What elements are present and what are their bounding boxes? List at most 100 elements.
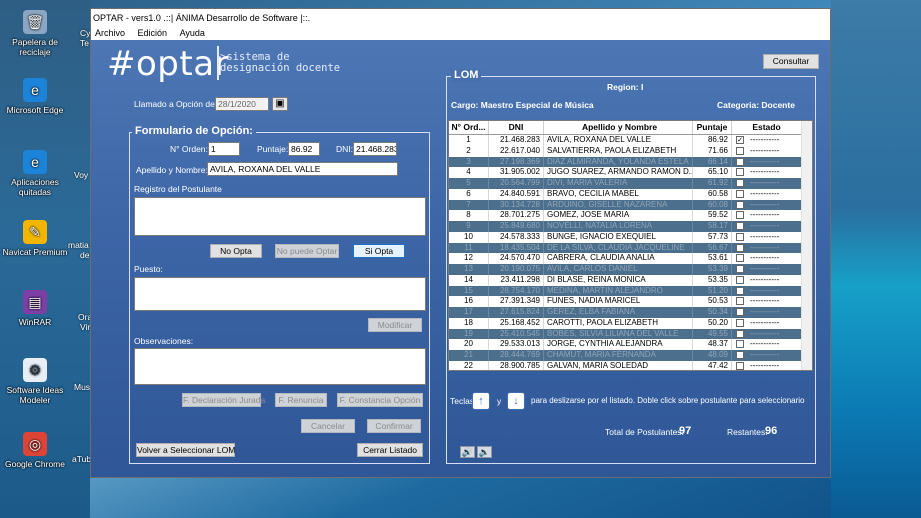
speaker-on-icon[interactable]: 🔊 — [460, 446, 475, 458]
registro-textarea[interactable] — [134, 197, 426, 236]
table-row[interactable]: 4 31.905.002 JUGO SUAREZ, ARMANDO RAMON D.… — [449, 167, 812, 178]
table-row[interactable]: 5 20.564.799 DIVI, MARIA VALERIA 61.92 -----… — [449, 178, 812, 189]
menu-archivo[interactable]: Archivo — [95, 28, 125, 38]
cerrar-listado-button[interactable]: Cerrar Listado — [357, 443, 423, 457]
table-row[interactable]: 11 18.435.504 DE LA SILVA, CLAUDIA JACQUEL… — [449, 242, 812, 254]
estado-checkbox[interactable] — [736, 329, 744, 338]
table-row[interactable]: 1 21.468.283 AVILA, ROXANA DEL VALLE 86.92 ✓… — [449, 135, 812, 146]
consultar-button[interactable]: Consultar — [763, 54, 819, 69]
table-row[interactable]: 10 24.578.333 BUNGE, IGNACIO EXEQUIEL 57.73… — [449, 231, 812, 243]
confirmar-button[interactable]: Confirmar — [367, 419, 421, 433]
desktop-icon-recycle-bin[interactable]: 🗑 Papelera de reciclaje — [0, 10, 70, 57]
estado-checkbox[interactable] — [736, 157, 744, 166]
table-row[interactable]: 12 24.570.470 CABRERA, CLAUDIA ANALIA 53.61… — [449, 253, 812, 264]
puntaje-field[interactable]: 86.92 — [288, 142, 320, 156]
table-row[interactable]: 2 22.617.040 SALVATIERRA, PAOLA ELIZABETH 7… — [449, 145, 812, 157]
estado-checkbox[interactable] — [736, 340, 744, 349]
desktop-icon-edge[interactable]: e Microsoft Edge — [0, 78, 70, 115]
desktop-icon-software-ideas[interactable]: ⚙ Software Ideas Modeler — [0, 358, 70, 405]
estado-checkbox[interactable] — [736, 200, 744, 209]
table-row[interactable]: 14 23.411.298 DI BLASE, REINA MONICA 53.35 -… — [449, 274, 812, 286]
cell-puntaje: 66.14 — [693, 156, 732, 168]
estado-checkbox[interactable] — [736, 146, 744, 155]
estado-checkbox[interactable] — [736, 168, 744, 177]
speaker-mute-icon[interactable]: 🔈 — [477, 446, 492, 458]
arrow-down-icon[interactable]: ↓ — [507, 392, 525, 410]
cell-orden: 14 — [449, 274, 489, 286]
table-row[interactable]: 13 20.190.075 AVILA, CARLOS DANIEL 53.39 ---… — [449, 264, 812, 275]
table-row[interactable]: 22 28.900.785 GALVAN, MARIA SOLEDAD 47.42 --… — [449, 360, 812, 370]
no-opta-button[interactable]: No Opta — [210, 244, 262, 258]
table-row[interactable]: 16 27.391.349 FUNES, NADIA MARICEL 50.53 ---… — [449, 296, 812, 307]
table-header: N° Ord... DNI Apellido y Nombre Puntaje … — [449, 121, 812, 135]
table-row[interactable]: 21 28.444.769 CHAMUT, MARIA FERNANDA 48.09 -… — [449, 350, 812, 361]
estado-checkbox[interactable] — [736, 189, 744, 198]
si-opta-button[interactable]: Si Opta — [353, 244, 405, 258]
table-row[interactable]: 3 27.198.369 DIAZ ALMIRANDA, YOLANDA ESTEL… — [449, 156, 812, 168]
calendar-icon[interactable]: ▣ — [272, 97, 288, 111]
estado-checkbox[interactable] — [736, 265, 744, 273]
cancelar-button[interactable]: Cancelar — [301, 419, 355, 433]
table-row[interactable]: 18 25.168.452 CAROTTI, PAOLA ELIZABETH 50.2… — [449, 317, 812, 329]
cell-puntaje: 60.08 — [693, 199, 732, 211]
table-row[interactable]: 17 27.615.824 GEREZ, ELBA FABIANA 50.34 ----… — [449, 307, 812, 318]
table-row[interactable]: 20 29.533.013 JORGE, CYNTHIA ALEJANDRA 48.3… — [449, 339, 812, 350]
puesto-textarea[interactable] — [134, 277, 426, 311]
desktop-icon-navicat[interactable]: ✎ Navicat Premium — [0, 220, 70, 257]
table-row[interactable]: 6 24.840.591 BRAVO, CECILIA MABEL 60.58 ----… — [449, 188, 812, 200]
volver-lom-button[interactable]: Volver a Seleccionar LOM — [136, 443, 235, 457]
table-row[interactable]: 7 30.134.728 ARDUINO, GISELLE NAZARENA 60.0… — [449, 199, 812, 211]
observaciones-textarea[interactable] — [134, 348, 426, 385]
table-row[interactable]: 15 28.754.170 MEDINA, MARTIN ALEJANDRO 51.2… — [449, 285, 812, 297]
col-header-puntaje[interactable]: Puntaje — [693, 121, 732, 134]
cell-nombre: ARDUINO, GISELLE NAZARENA — [544, 199, 693, 211]
arrow-up-icon[interactable]: ↑ — [472, 392, 490, 410]
estado-checkbox[interactable] — [736, 222, 744, 230]
constancia-opcion-button[interactable]: F. Constancia Opción — [337, 393, 423, 407]
cell-dni: 25.849.680 — [489, 221, 544, 232]
desktop-icon-chrome[interactable]: ◎ Google Chrome — [0, 432, 70, 469]
col-header-nombre[interactable]: Apellido y Nombre — [544, 121, 693, 134]
estado-text: ----------- — [750, 199, 780, 209]
cell-estado: ----------- — [732, 231, 802, 243]
table-row[interactable]: 8 28.701.275 GOMEZ, JOSE MARIA 59.52 -------… — [449, 210, 812, 221]
col-header-estado[interactable]: Estado — [732, 121, 802, 134]
renuncia-button[interactable]: F. Renuncia — [275, 393, 327, 407]
table-row[interactable]: 9 25.849.680 NOVELLI, NATALIA LORENA 58.17 -… — [449, 221, 812, 232]
teclas-label: Teclas — [450, 396, 475, 406]
estado-checkbox[interactable] — [736, 351, 744, 359]
dni-field[interactable]: 21.468.283 — [353, 142, 397, 156]
llamado-date-field[interactable]: 28/1/2020 — [215, 97, 269, 111]
desktop-icon-winrar[interactable]: ▤ WinRAR — [0, 290, 70, 327]
col-header-dni[interactable]: DNI — [489, 121, 544, 134]
menu-ayuda[interactable]: Ayuda — [180, 28, 205, 38]
estado-checkbox[interactable] — [736, 275, 744, 284]
estado-checkbox[interactable] — [736, 297, 744, 306]
estado-checkbox[interactable]: ✓ — [736, 136, 744, 144]
cell-nombre: SALVATIERRA, PAOLA ELIZABETH — [544, 145, 693, 157]
estado-checkbox[interactable] — [736, 243, 744, 252]
cell-puntaje: 48.09 — [693, 350, 732, 361]
table-row[interactable]: 19 25.410.545 BOBES, SILVIA LILIANA DEL VA… — [449, 328, 812, 340]
estado-checkbox[interactable] — [736, 318, 744, 327]
estado-checkbox[interactable] — [736, 254, 744, 263]
lom-table[interactable]: N° Ord... DNI Apellido y Nombre Puntaje … — [448, 120, 813, 371]
apellido-field[interactable]: AVILA, ROXANA DEL VALLE — [207, 162, 398, 176]
estado-checkbox[interactable] — [736, 286, 744, 295]
col-header-orden[interactable]: N° Ord... — [449, 121, 489, 134]
estado-checkbox[interactable] — [736, 361, 744, 370]
cell-orden: 17 — [449, 307, 489, 318]
declaracion-jurada-button[interactable]: F. Declaración Jurada — [182, 393, 265, 407]
estado-checkbox[interactable] — [736, 179, 744, 187]
desktop-icon-apps[interactable]: e Aplicaciones quitadas — [0, 150, 70, 197]
orden-field[interactable]: 1 — [208, 142, 240, 156]
table-scrollbar[interactable] — [801, 121, 812, 370]
no-puede-optar-button[interactable]: No puede Optar — [275, 244, 339, 258]
cell-estado: ----------- — [732, 350, 802, 361]
estado-checkbox[interactable] — [736, 308, 744, 316]
modificar-button[interactable]: Modificar — [368, 318, 422, 332]
menu-edicion[interactable]: Edición — [138, 28, 168, 38]
estado-checkbox[interactable] — [736, 211, 744, 220]
estado-text: ----------- — [750, 242, 780, 252]
estado-checkbox[interactable] — [736, 232, 744, 241]
